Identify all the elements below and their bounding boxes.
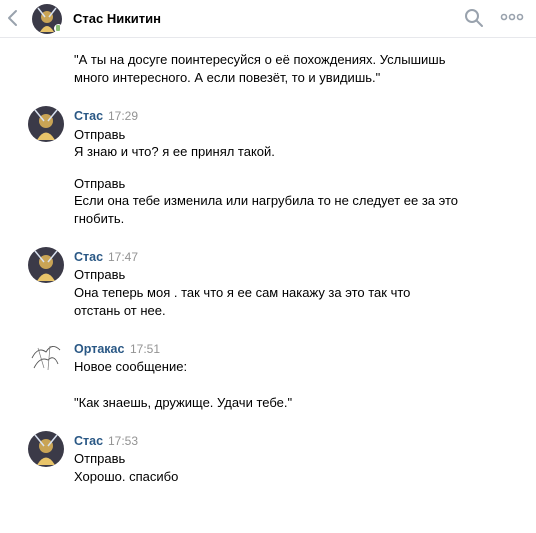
message-text-line: Отправь xyxy=(74,176,126,191)
chevron-left-icon[interactable] xyxy=(4,8,22,28)
more-horizontal-icon[interactable] xyxy=(500,13,524,21)
sender-name[interactable]: Стас xyxy=(74,434,103,448)
sender-avatar[interactable] xyxy=(28,431,64,467)
message-time: 17:29 xyxy=(108,109,139,123)
sender-name[interactable]: Стас xyxy=(74,109,103,123)
message-text-line: Новое сообщение: xyxy=(74,359,188,374)
sender-avatar[interactable] xyxy=(28,247,64,283)
sender-name[interactable]: Стас xyxy=(74,250,103,264)
message-text-line: гнобить. xyxy=(74,211,125,226)
message-text-line: "А ты на досуге поинтересуйся о её похож… xyxy=(74,52,446,67)
message-text-line: отстань от нее. xyxy=(74,303,166,318)
message-text-line: Я знаю и что? я ее принял такой. xyxy=(74,144,275,159)
message-text-line: "Как знаешь, дружище. Удачи тебе." xyxy=(74,395,293,410)
sender-name[interactable]: Ортакас xyxy=(74,342,124,356)
search-icon[interactable] xyxy=(464,8,484,28)
message-text-line: Она теперь моя . так что я ее сам накажу… xyxy=(74,285,411,300)
message-time: 17:47 xyxy=(108,250,139,264)
message-time: 17:51 xyxy=(130,342,161,356)
message-text-line: Хорошо. спасибо xyxy=(74,469,179,484)
message-text-line: Отправь xyxy=(74,267,126,282)
sender-avatar[interactable] xyxy=(28,338,64,374)
message-text-line: много интересного. А если повезёт, то и … xyxy=(74,70,381,85)
online-indicator-icon xyxy=(54,24,63,33)
message-text-line: Отправь xyxy=(74,451,126,466)
contact-name[interactable]: Стас Никитин xyxy=(73,11,161,26)
chat-header: Стас Никитин xyxy=(0,0,536,38)
message-text-line: Если она тебе изменила или нагрубила то … xyxy=(74,193,459,208)
message-text-line: Отправь xyxy=(74,127,126,142)
sender-avatar[interactable] xyxy=(28,106,64,142)
message-time: 17:53 xyxy=(108,434,139,448)
